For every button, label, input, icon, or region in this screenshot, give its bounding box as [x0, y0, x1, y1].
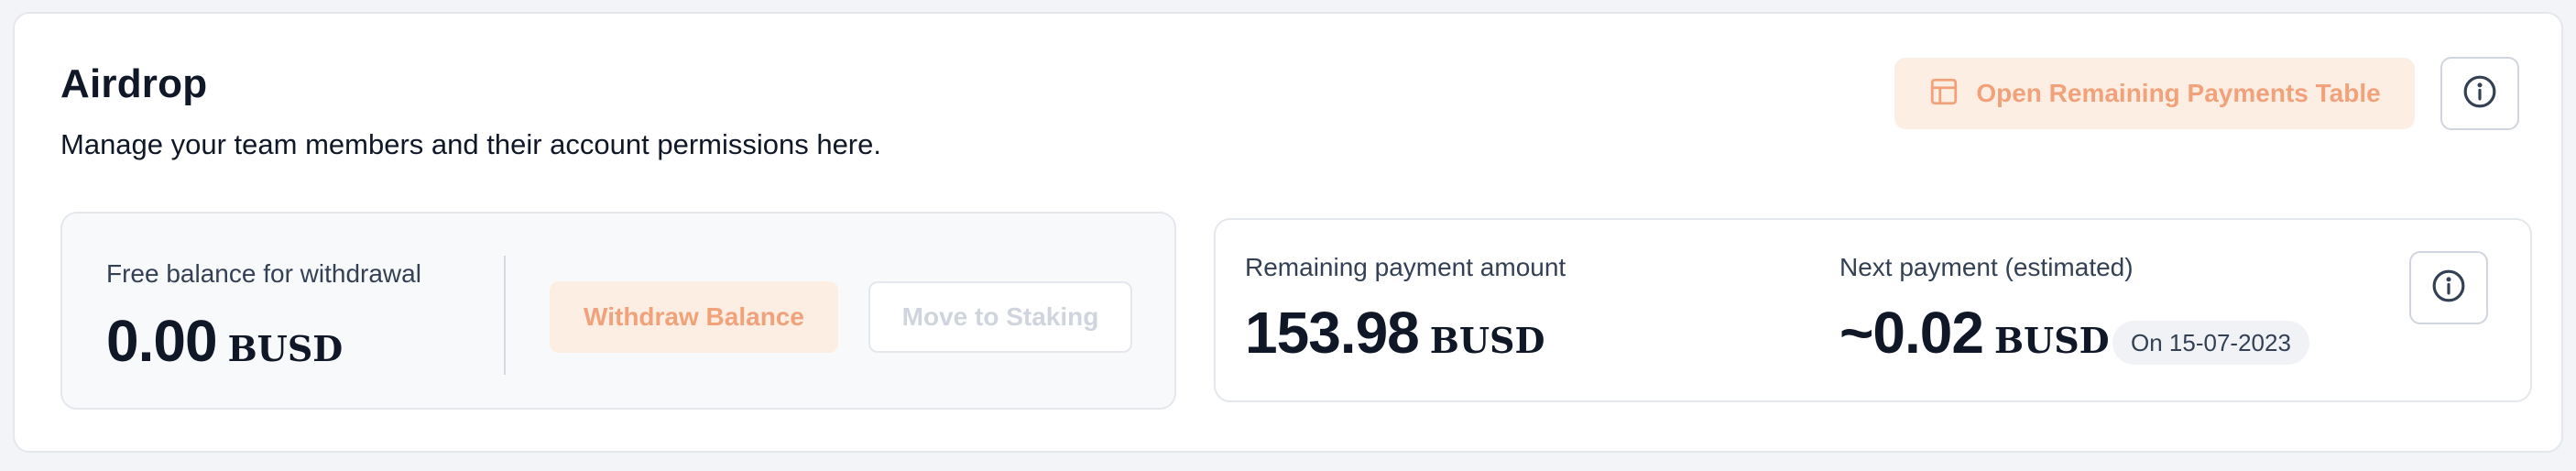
free-balance-value: 0.00 BUSD	[106, 307, 343, 375]
page-title: Airdrop	[60, 61, 208, 106]
open-table-label: Open Remaining Payments Table	[1976, 79, 2381, 107]
next-payment-value: ~0.02 BUSD	[1839, 299, 2110, 367]
free-balance-amount: 0.00	[106, 308, 218, 374]
info-icon	[2462, 74, 2497, 114]
move-to-staking-button[interactable]: Move to Staking	[868, 281, 1132, 353]
remaining-payment-amount: 153.98	[1245, 300, 1420, 366]
remaining-payment-label: Remaining payment amount	[1245, 253, 1566, 281]
free-balance-panel: Free balance for withdrawal 0.00 BUSD Wi…	[60, 212, 1176, 410]
remaining-payment-value: 153.98 BUSD	[1245, 299, 1545, 367]
free-balance-currency: BUSD	[227, 328, 344, 369]
payments-info-button[interactable]	[2409, 251, 2488, 324]
free-balance-label: Free balance for withdrawal	[106, 259, 421, 288]
next-payment-label: Next payment (estimated)	[1839, 253, 2134, 281]
next-payment-amount: ~0.02	[1839, 300, 1984, 366]
withdraw-balance-button[interactable]: Withdraw Balance	[550, 281, 838, 353]
airdrop-card: Airdrop Manage your team members and the…	[13, 12, 2563, 453]
table-icon	[1928, 76, 1959, 112]
info-button[interactable]	[2440, 57, 2519, 130]
page-subtitle: Manage your team members and their accou…	[60, 128, 881, 160]
payments-panel: Remaining payment amount 153.98 BUSD Nex…	[1214, 218, 2532, 402]
next-payment-currency: BUSD	[1993, 320, 2110, 361]
panel-divider	[504, 256, 506, 375]
next-payment-date-badge: On 15-07-2023	[2112, 321, 2309, 365]
open-remaining-payments-table-button[interactable]: Open Remaining Payments Table	[1894, 58, 2415, 129]
remaining-payment-currency: BUSD	[1429, 320, 1545, 361]
info-icon	[2431, 268, 2466, 308]
